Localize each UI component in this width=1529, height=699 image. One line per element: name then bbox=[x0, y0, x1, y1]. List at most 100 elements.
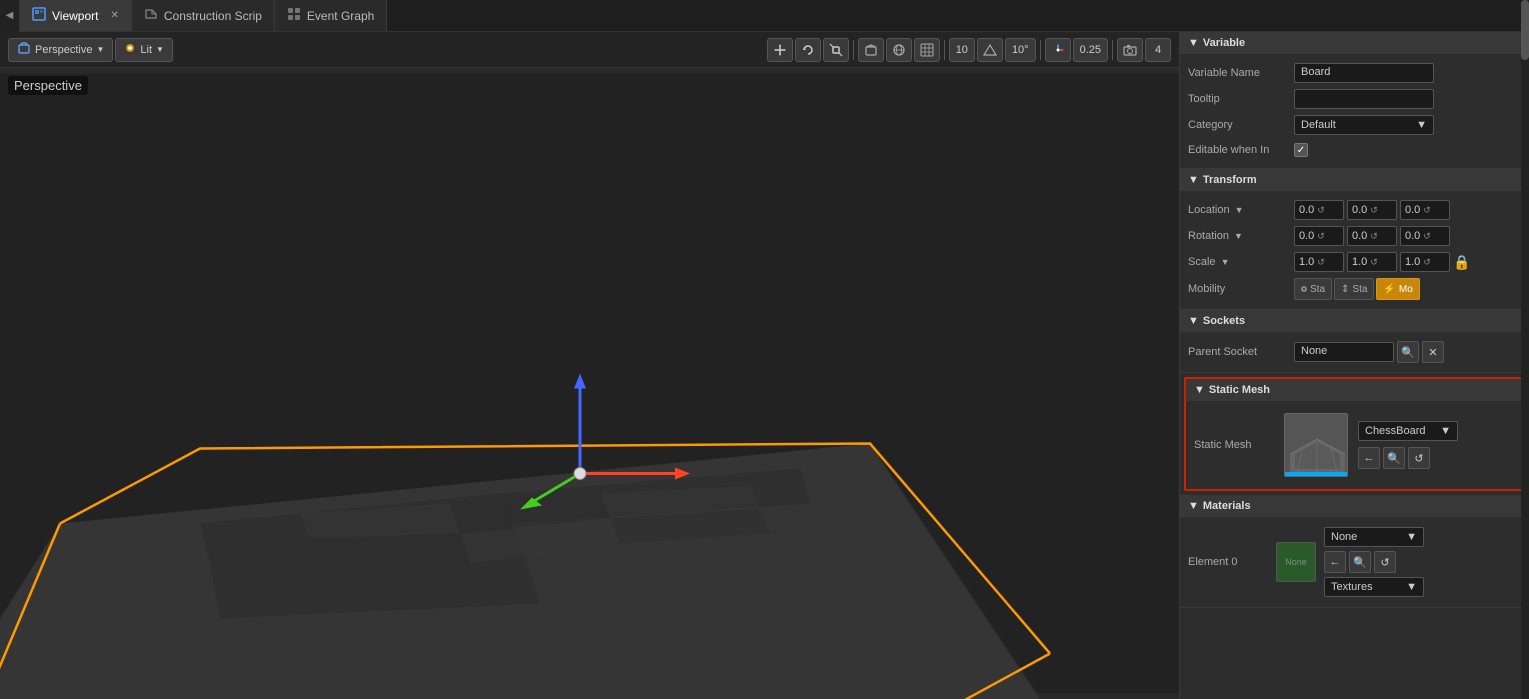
materials-section-title: Materials bbox=[1203, 500, 1251, 512]
tab-construction-label: Construction Scrip bbox=[164, 9, 262, 23]
right-panel-scrollbar[interactable] bbox=[1521, 32, 1529, 699]
tab-bar: ◀ Viewport ✕ Construction Scrip bbox=[0, 0, 1529, 32]
tooltip-row: Tooltip bbox=[1180, 86, 1529, 112]
lit-dropdown-arrow: ▼ bbox=[156, 45, 164, 54]
mobility-movable-button[interactable]: ⚡ Mo bbox=[1376, 278, 1419, 300]
transform-section-title: Transform bbox=[1203, 174, 1257, 186]
location-value-wrap: 0.0 ↺ 0.0 ↺ 0.0 ↺ bbox=[1294, 200, 1521, 220]
material-textures-dropdown[interactable]: Textures ▼ bbox=[1324, 577, 1424, 597]
tooltip-input[interactable] bbox=[1294, 89, 1434, 109]
static-mesh-section-header[interactable]: ▼ Static Mesh bbox=[1186, 379, 1523, 401]
scale-value-wrap: 1.0 ↺ 1.0 ↺ 1.0 ↺ 🔒 bbox=[1294, 252, 1521, 272]
loc-x-reset[interactable]: ↺ bbox=[1317, 205, 1325, 216]
toolbar-left: Perspective ▼ Lit ▼ bbox=[8, 38, 173, 62]
mesh-name-dropdown[interactable]: ChessBoard ▼ bbox=[1358, 421, 1458, 441]
rotation-z-input[interactable]: 0.0 ↺ bbox=[1400, 226, 1450, 246]
scale-y-reset[interactable]: ↺ bbox=[1370, 257, 1378, 268]
variable-name-row: Variable Name Board bbox=[1180, 60, 1529, 86]
location-y-input[interactable]: 0.0 ↺ bbox=[1347, 200, 1397, 220]
category-dropdown-arrow: ▼ bbox=[1416, 119, 1427, 131]
material-name-dropdown[interactable]: None ▼ bbox=[1324, 527, 1424, 547]
material-assign-button[interactable]: ← bbox=[1324, 551, 1346, 573]
move-tool-button[interactable] bbox=[767, 38, 793, 62]
mesh-refresh-button[interactable]: ↺ bbox=[1408, 447, 1430, 469]
mesh-assign-button[interactable]: ← bbox=[1358, 447, 1380, 469]
transform-section: ▼ Transform Location ▼ 0.0 ↺ bbox=[1180, 169, 1529, 310]
toolbar-sep-4 bbox=[1112, 40, 1113, 60]
tab-viewport-close[interactable]: ✕ bbox=[110, 10, 118, 21]
box-view-button[interactable] bbox=[858, 38, 884, 62]
tab-viewport[interactable]: Viewport ✕ bbox=[20, 0, 132, 31]
camera-speed-button[interactable]: 4 bbox=[1145, 38, 1171, 62]
socket-search-button[interactable]: 🔍 bbox=[1397, 341, 1419, 363]
material-name-value: None bbox=[1331, 531, 1357, 543]
viewport-canvas[interactable]: Perspective bbox=[0, 68, 1179, 699]
rotation-row: Rotation ▼ 0.0 ↺ 0.0 ↺ 0.0 bbox=[1180, 223, 1529, 249]
materials-collapse-icon: ▼ bbox=[1188, 500, 1199, 512]
mesh-name-arrow: ▼ bbox=[1440, 425, 1451, 437]
variable-section-header[interactable]: ▼ Variable bbox=[1180, 32, 1529, 54]
scale-y-value: 1.0 bbox=[1352, 256, 1367, 268]
scale-lock-icon[interactable]: 🔒 bbox=[1453, 254, 1470, 271]
location-z-input[interactable]: 0.0 ↺ bbox=[1400, 200, 1450, 220]
loc-z-reset[interactable]: ↺ bbox=[1423, 205, 1431, 216]
mobility-movable-icon: ⚡ bbox=[1383, 284, 1395, 295]
camera-button[interactable] bbox=[1117, 38, 1143, 62]
mesh-search-button[interactable]: 🔍 bbox=[1383, 447, 1405, 469]
variable-name-input[interactable]: Board bbox=[1294, 63, 1434, 83]
toolbar-sep-1 bbox=[853, 40, 854, 60]
toolbar-sep-2 bbox=[944, 40, 945, 60]
loc-y-reset[interactable]: ↺ bbox=[1370, 205, 1378, 216]
viewport-icon bbox=[32, 7, 46, 24]
world-local-button[interactable] bbox=[1045, 38, 1071, 62]
mobility-static2-button[interactable]: ⇕ Sta bbox=[1334, 278, 1374, 300]
sockets-section-header[interactable]: ▼ Sockets bbox=[1180, 310, 1529, 332]
grid-view-button[interactable] bbox=[914, 38, 940, 62]
perspective-button[interactable]: Perspective ▼ bbox=[8, 38, 113, 62]
mesh-item-row: Static Mesh bbox=[1186, 407, 1523, 483]
material-refresh-button[interactable]: ↺ bbox=[1374, 551, 1396, 573]
scale-z-reset[interactable]: ↺ bbox=[1423, 257, 1431, 268]
transform-collapse-icon: ▼ bbox=[1188, 174, 1199, 186]
category-dropdown[interactable]: Default ▼ bbox=[1294, 115, 1434, 135]
rot-x-reset[interactable]: ↺ bbox=[1317, 231, 1325, 242]
sphere-view-button[interactable] bbox=[886, 38, 912, 62]
location-row: Location ▼ 0.0 ↺ 0.0 ↺ 0.0 bbox=[1180, 197, 1529, 223]
lit-button[interactable]: Lit ▼ bbox=[115, 38, 173, 62]
static-mesh-section: ▼ Static Mesh Static Mesh bbox=[1184, 377, 1525, 491]
grid-size-button[interactable]: 10 bbox=[949, 38, 975, 62]
rotation-y-input[interactable]: 0.0 ↺ bbox=[1347, 226, 1397, 246]
materials-section-header[interactable]: ▼ Materials bbox=[1180, 495, 1529, 517]
scale-x-reset[interactable]: ↺ bbox=[1317, 257, 1325, 268]
socket-clear-button[interactable]: ✕ bbox=[1422, 341, 1444, 363]
tab-event-graph[interactable]: Event Graph bbox=[275, 0, 387, 31]
mobility-static1-button[interactable]: Sta bbox=[1294, 278, 1332, 300]
mobility-static2-icon: ⇕ bbox=[1341, 284, 1349, 295]
rotation-x-input[interactable]: 0.0 ↺ bbox=[1294, 226, 1344, 246]
loc-z-value: 0.0 bbox=[1405, 204, 1420, 216]
rot-y-reset[interactable]: ↺ bbox=[1370, 231, 1378, 242]
perspective-dropdown-arrow: ▼ bbox=[96, 45, 104, 54]
mobility-row: Mobility Sta ⇕ Sta bbox=[1180, 275, 1529, 303]
material-search-button[interactable]: 🔍 bbox=[1349, 551, 1371, 573]
transform-section-header[interactable]: ▼ Transform bbox=[1180, 169, 1529, 191]
material-textures-value: Textures bbox=[1331, 581, 1373, 593]
rotate-tool-button[interactable] bbox=[795, 38, 821, 62]
tab-construction[interactable]: Construction Scrip bbox=[132, 0, 275, 31]
snap-scale-button[interactable]: 0.25 bbox=[1073, 38, 1108, 62]
rot-y-value: 0.0 bbox=[1352, 230, 1367, 242]
parent-socket-input[interactable]: None bbox=[1294, 342, 1394, 362]
location-x-input[interactable]: 0.0 ↺ bbox=[1294, 200, 1344, 220]
tab-scroll-left[interactable]: ◀ bbox=[0, 0, 20, 32]
editable-checkbox[interactable] bbox=[1294, 143, 1308, 157]
material-controls: None ▼ ← 🔍 ↺ Textures ▼ bbox=[1324, 527, 1424, 597]
angle-snap-button[interactable]: 10° bbox=[1005, 38, 1036, 62]
scale-x-input[interactable]: 1.0 ↺ bbox=[1294, 252, 1344, 272]
rot-z-reset[interactable]: ↺ bbox=[1423, 231, 1431, 242]
lit-label: Lit bbox=[140, 44, 152, 56]
surface-snap-button[interactable] bbox=[977, 38, 1003, 62]
scale-y-input[interactable]: 1.0 ↺ bbox=[1347, 252, 1397, 272]
scale-z-input[interactable]: 1.0 ↺ bbox=[1400, 252, 1450, 272]
mesh-action-buttons: ← 🔍 ↺ bbox=[1358, 447, 1458, 469]
scale-tool-button[interactable] bbox=[823, 38, 849, 62]
